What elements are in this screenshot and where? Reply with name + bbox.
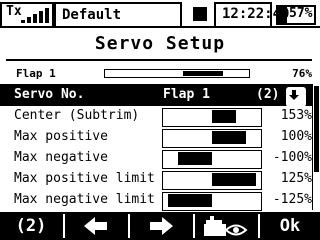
channel-output-bar <box>104 69 250 78</box>
channel-name: Flap 1 <box>16 67 56 80</box>
softkey-ok[interactable]: Ok <box>260 212 320 240</box>
max-negative-limit-bar <box>162 192 262 211</box>
max-positive-fill <box>212 131 246 144</box>
signal-bar-icon <box>39 11 43 23</box>
tx-label: Tx <box>6 4 22 19</box>
title-divider <box>6 59 312 61</box>
servo-view-icon <box>204 216 248 236</box>
scrollbar-thumb[interactable] <box>314 86 319 172</box>
softkey-previous[interactable] <box>65 212 127 240</box>
down-arrow-icon[interactable] <box>286 87 306 107</box>
servo-number-value: Flap 1 <box>163 87 210 102</box>
center-subtrim-fill <box>212 110 236 123</box>
max-negative-limit-label: Max negative limit <box>14 192 155 207</box>
max-positive-label: Max positive <box>14 129 108 144</box>
max-negative-fill <box>178 152 212 165</box>
center-subtrim-row[interactable]: Center (Subtrim) 153% <box>0 106 312 127</box>
softkey-servo-view[interactable] <box>195 212 257 240</box>
battery-level-fill <box>277 6 287 24</box>
max-negative-row[interactable]: Max negative -100% <box>0 148 312 169</box>
max-positive-row[interactable]: Max positive 100% <box>0 127 312 148</box>
max-positive-limit-row[interactable]: Max positive limit 125% <box>0 169 312 190</box>
center-subtrim-label: Center (Subtrim) <box>14 108 140 123</box>
softkey-next[interactable] <box>130 212 192 240</box>
max-positive-value: 100% <box>280 129 312 144</box>
max-negative-value: -100% <box>272 150 312 165</box>
channel-output-fill <box>183 71 223 76</box>
page-title: Servo Setup <box>94 33 226 54</box>
left-arrow-icon <box>84 217 107 235</box>
signal-bar-icon <box>45 8 49 23</box>
max-positive-limit-fill <box>212 173 256 186</box>
max-negative-limit-value: -125% <box>272 192 312 207</box>
max-positive-bar <box>162 129 262 148</box>
max-negative-limit-row[interactable]: Max negative limit -125% <box>0 190 312 212</box>
servo-channel-number: (2) <box>256 87 280 102</box>
max-negative-label: Max negative <box>14 150 108 165</box>
transmitter-signal-indicator: Tx <box>0 2 54 28</box>
softkey-channel[interactable]: (2) <box>0 212 62 240</box>
signal-bar-icon <box>21 20 25 23</box>
center-subtrim-value: 153% <box>280 108 312 123</box>
model-name[interactable]: Default <box>54 2 182 28</box>
center-subtrim-bar <box>162 108 262 127</box>
signal-bar-icon <box>27 17 31 23</box>
signal-bar-icon <box>33 14 37 23</box>
servo-number-row[interactable]: Servo No. Flap 1 (2) <box>0 84 312 107</box>
right-arrow-icon <box>150 217 173 235</box>
max-positive-limit-value: 125% <box>280 171 312 186</box>
servo-number-label: Servo No. <box>14 87 85 102</box>
channel-output-value: 76% <box>292 67 312 80</box>
max-positive-limit-label: Max positive limit <box>14 171 155 186</box>
record-stop-icon <box>193 7 207 21</box>
battery-percent: 57% <box>289 6 313 21</box>
max-positive-limit-bar <box>162 171 262 190</box>
max-negative-limit-fill <box>168 194 212 207</box>
max-negative-bar <box>162 150 262 169</box>
